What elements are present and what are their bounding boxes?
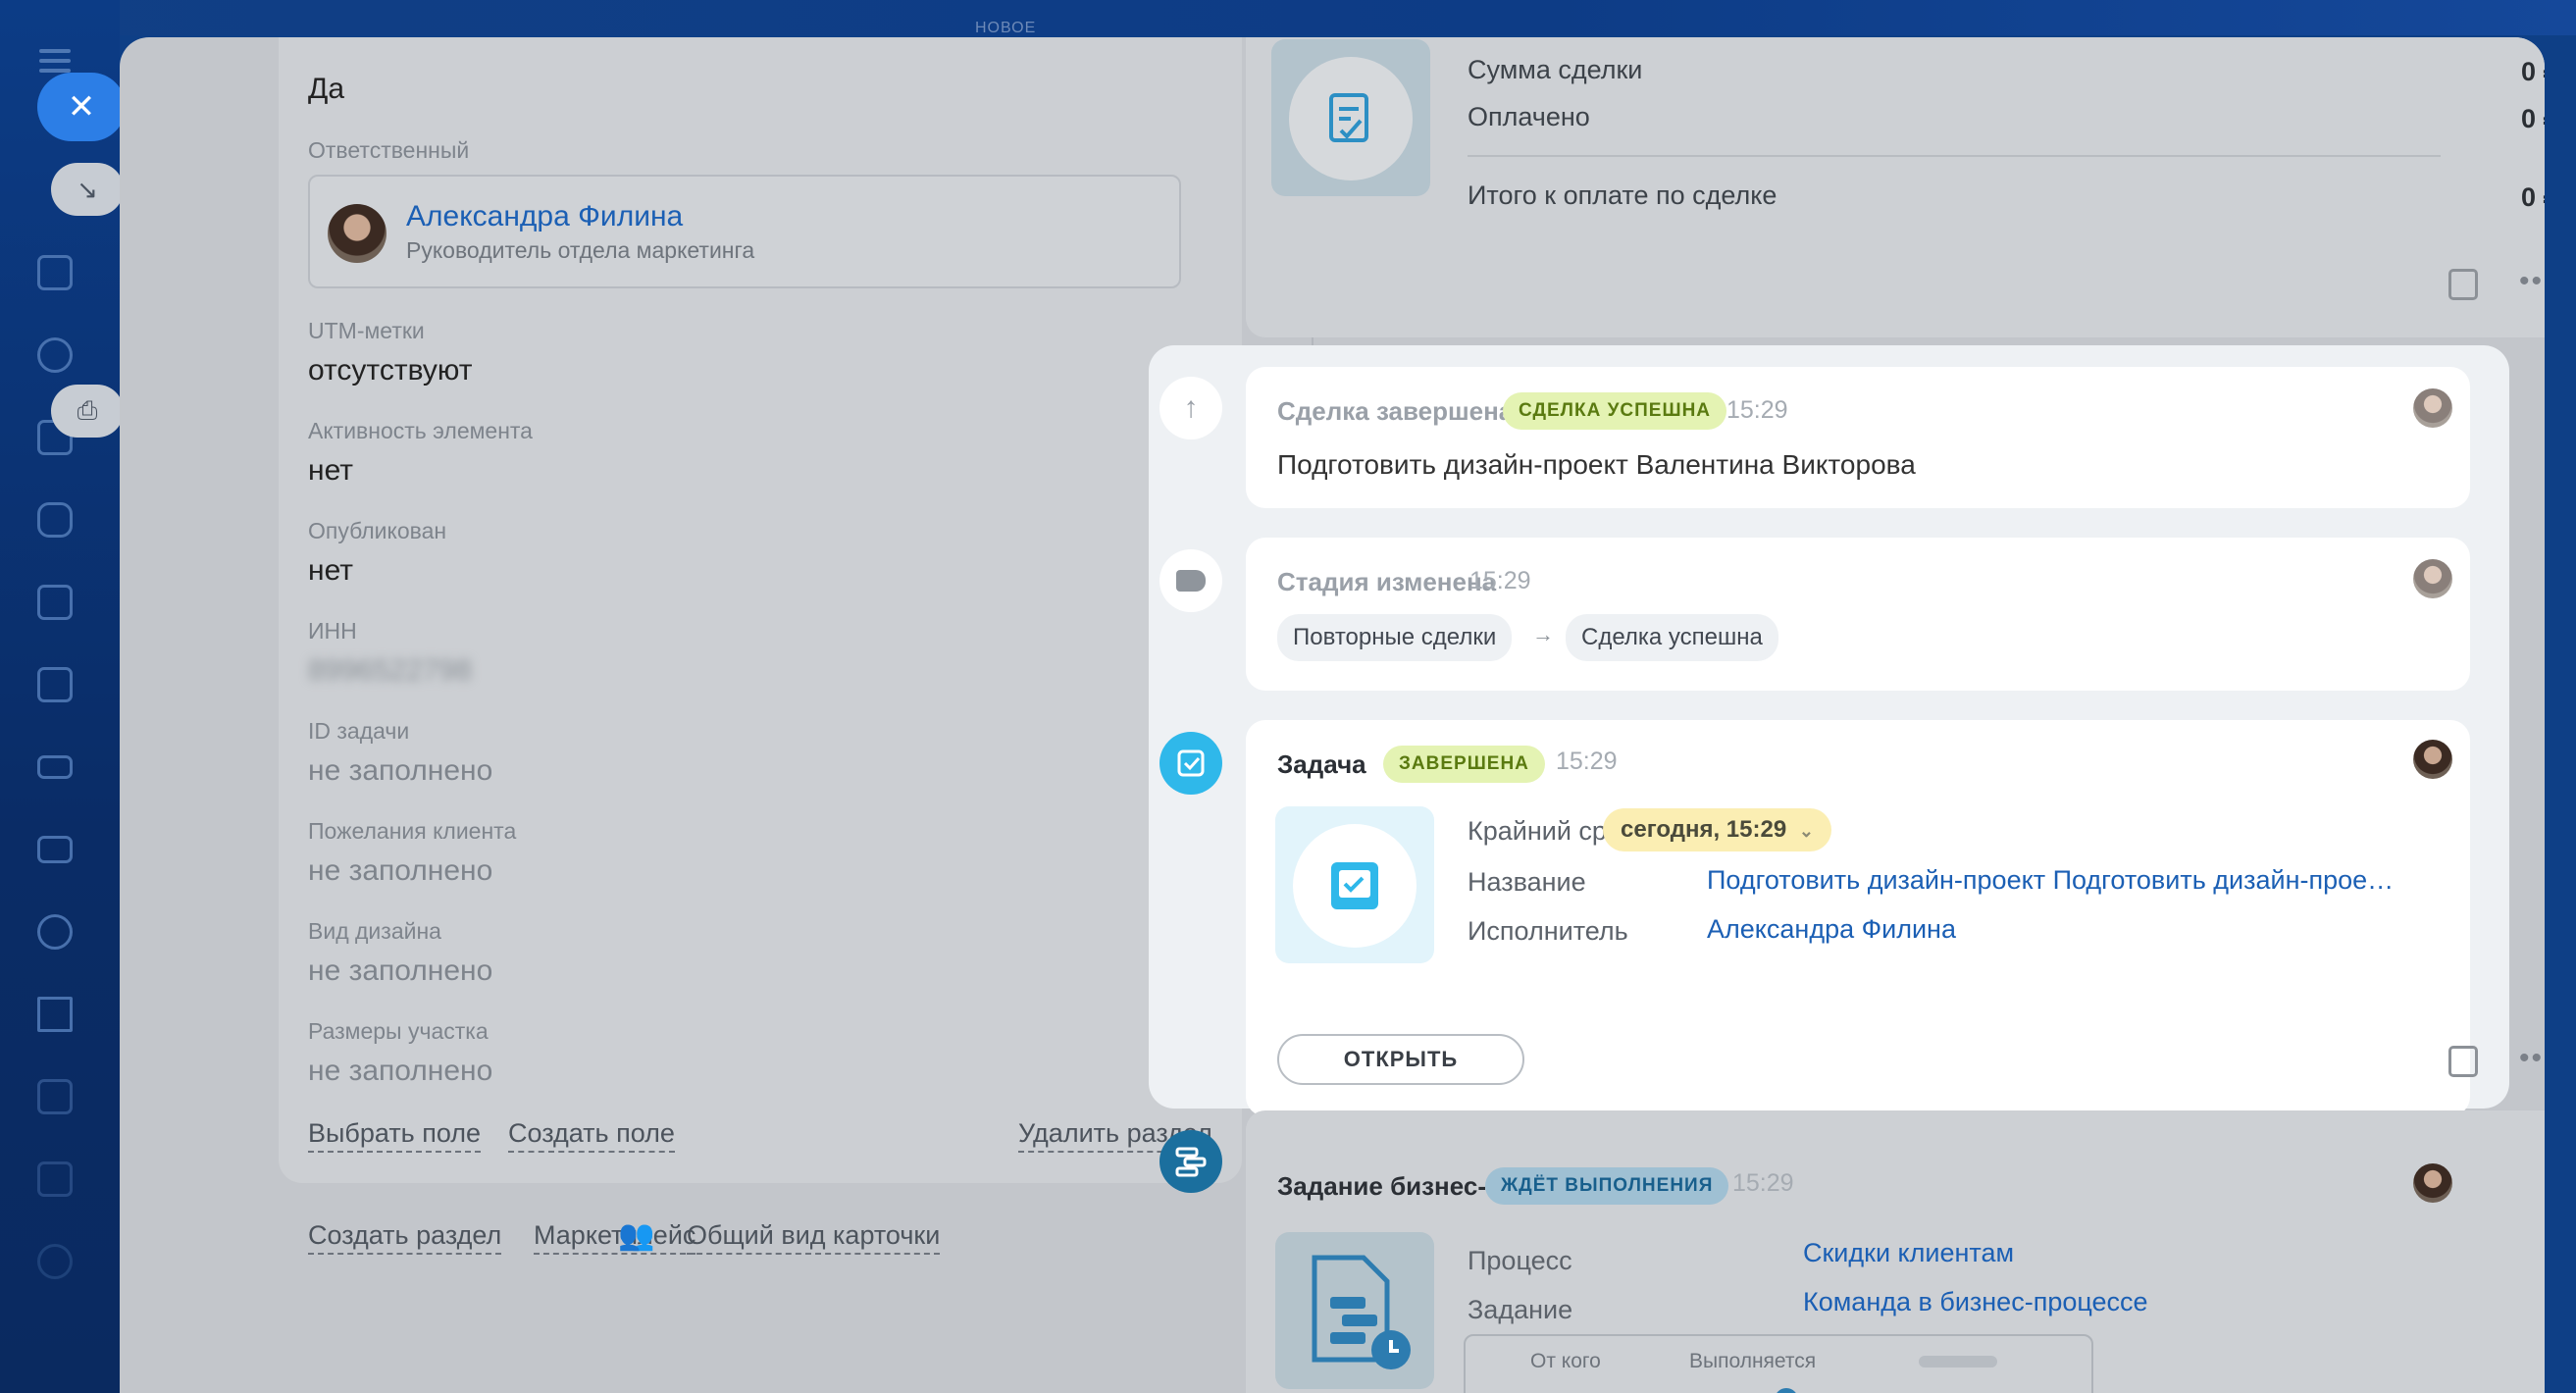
crm-nav-icon[interactable]: [37, 337, 73, 373]
avatar: [2413, 559, 2452, 598]
responsible-role: Руководитель отдела маркетинга: [406, 237, 755, 263]
field-published: Опубликован нет: [308, 518, 447, 587]
task-label: Задание: [1468, 1295, 1573, 1324]
chevron-down-icon: ⌄: [1798, 821, 1814, 841]
success-badge: СДЕЛКА УСПЕШНА: [1503, 392, 1727, 430]
create-section-link[interactable]: Создать раздел: [308, 1220, 502, 1255]
task-card: Задача ЗАВЕРШЕНА 15:29 Крайний срок сего…: [1246, 720, 2545, 1116]
deal-completed-time: 15:29: [1726, 396, 1788, 424]
new-label: НОВОЕ: [975, 20, 1037, 36]
task-check-icon: [1293, 824, 1417, 948]
paid-value: 0 ₽: [2521, 104, 2545, 133]
avatar: [2413, 1163, 2452, 1203]
collapse-arrow-icon[interactable]: ↘: [51, 163, 124, 216]
payment-card: Сумма сделки 0 ₽ Оплачено 0 ₽ Итого к оп…: [1246, 37, 2545, 337]
stage-to: Сделка успешна: [1566, 614, 1778, 661]
contacts-nav-icon[interactable]: [37, 914, 73, 950]
deal-completed-text: Подготовить дизайн-проект Валентина Викт…: [1277, 449, 1916, 480]
settings-nav-icon[interactable]: [37, 1244, 73, 1279]
more-icon[interactable]: •••: [2519, 1042, 2545, 1075]
filter-nav-icon[interactable]: [37, 1079, 73, 1114]
process-label: Процесс: [1468, 1246, 1572, 1275]
sign-nav-icon[interactable]: [37, 997, 73, 1032]
note-icon[interactable]: [2448, 1046, 2478, 1077]
placeholder-bar: [1919, 1356, 1997, 1367]
bp-icon: [1159, 1130, 1222, 1193]
task-name-link[interactable]: Подготовить дизайн-проект Подготовить ди…: [1707, 865, 2394, 896]
task-check-icon: [1289, 57, 1413, 181]
stage-from: Повторные сделки: [1277, 614, 1513, 661]
print-icon[interactable]: ⎙: [51, 385, 124, 438]
yes-value: Да: [308, 73, 345, 105]
deal-sum-label: Сумма сделки: [1468, 55, 1643, 84]
deal-slider: Да Ответственный Александра Филина Руков…: [120, 37, 2545, 1393]
mail-nav-icon[interactable]: [37, 836, 73, 863]
from-label: От кого: [1530, 1350, 1601, 1372]
task-icon-box: [1275, 806, 1434, 963]
avatar: [2413, 740, 2452, 779]
process-link[interactable]: Скидки клиентам: [1803, 1238, 2014, 1268]
stage-changed-card: Стадия изменена 15:29 Повторные сделки →…: [1246, 538, 2470, 691]
executor-label: Исполнитель: [1468, 916, 1628, 946]
deadline-value: сегодня, 15:29: [1621, 816, 1787, 843]
bp-task-time: 15:29: [1732, 1169, 1794, 1197]
divider: [1468, 155, 2441, 157]
field-plot-size: Размеры участка не заполнено: [308, 1018, 493, 1087]
choose-field-link[interactable]: Выбрать поле: [308, 1118, 482, 1153]
more-icon[interactable]: •••: [2519, 265, 2545, 298]
chat-nav-icon[interactable]: [37, 502, 73, 538]
task-link[interactable]: Команда в бизнес-процессе: [1803, 1287, 2148, 1317]
total-value: 0 ₽: [2521, 182, 2545, 212]
people-icon: 👥: [618, 1219, 655, 1252]
doing-label: Выполняется: [1689, 1350, 1817, 1372]
stage-arrow: →: [1532, 622, 1554, 646]
field-utm: UTM-метки отсутствуют: [308, 318, 473, 387]
common-view-link[interactable]: Общий вид карточки: [687, 1220, 941, 1255]
completed-badge: ЗАВЕРШЕНА: [1383, 746, 1545, 783]
marketplace-link[interactable]: Маркетплейс: [534, 1220, 696, 1255]
deal-completed-title: Сделка завершена: [1277, 396, 1514, 426]
field-design-type: Вид дизайна не заполнено: [308, 918, 493, 987]
task-time: 15:29: [1556, 748, 1618, 775]
deal-sum-value: 0 ₽: [2521, 57, 2545, 86]
top-bar: НОВОЕ: [0, 0, 2576, 36]
stage-changed-time: 15:29: [1469, 567, 1531, 594]
avatar: [2413, 388, 2452, 428]
deal-completed-card: Сделка завершена СДЕЛКА УСПЕШНА 15:29 По…: [1246, 367, 2470, 508]
close-icon[interactable]: ✕: [37, 73, 126, 141]
avatar: [328, 204, 386, 263]
open-button[interactable]: ОТКРЫТЬ: [1277, 1034, 1524, 1085]
tasks-nav-icon[interactable]: [37, 255, 73, 290]
name-label: Название: [1468, 867, 1586, 897]
payment-icon-box: [1271, 39, 1430, 196]
responsible-name[interactable]: Александра Филина: [406, 200, 683, 233]
note-icon[interactable]: [2448, 269, 2478, 300]
menu-icon[interactable]: [39, 49, 71, 53]
stage-changed-title: Стадия изменена: [1277, 567, 1497, 596]
field-inn: ИНН 8996522798: [308, 618, 472, 687]
bp-doc-icon-box: [1275, 1232, 1434, 1389]
arrow-up-icon: ↑: [1159, 377, 1222, 439]
deadline-dropdown[interactable]: сегодня, 15:29 ⌄: [1603, 808, 1831, 851]
bp-task-card: Задание бизнес-процесса ЖДЁТ ВЫПОЛНЕНИЯ …: [1246, 1110, 2545, 1393]
field-client-wishes: Пожелания клиента не заполнено: [308, 818, 517, 887]
calendar-nav-icon[interactable]: [37, 585, 73, 620]
tag-icon: [1159, 549, 1222, 612]
terminal-nav-icon[interactable]: [37, 755, 73, 779]
field-task-id: ID задачи не заполнено: [308, 718, 493, 787]
field-activity: Активность элемента нет: [308, 418, 533, 487]
total-label: Итого к оплате по сделке: [1468, 181, 1777, 210]
bp-participants-box: От кого Выполняется: [1464, 1334, 2093, 1393]
responsible-box[interactable]: Александра Филина Руководитель отдела ма…: [308, 175, 1181, 288]
clock-icon: [1772, 1385, 1801, 1393]
files-nav-icon[interactable]: [37, 667, 73, 702]
responsible-label: Ответственный: [308, 137, 470, 163]
executor-link[interactable]: Александра Филина: [1707, 914, 1956, 945]
waiting-badge: ЖДЁТ ВЫПОЛНЕНИЯ: [1485, 1167, 1729, 1205]
task-title: Задача: [1277, 749, 1366, 779]
task-check-icon: [1159, 732, 1222, 795]
paid-label: Оплачено: [1468, 102, 1590, 131]
delivery-nav-icon[interactable]: [37, 1161, 73, 1197]
create-field-link[interactable]: Создать поле: [508, 1118, 675, 1153]
